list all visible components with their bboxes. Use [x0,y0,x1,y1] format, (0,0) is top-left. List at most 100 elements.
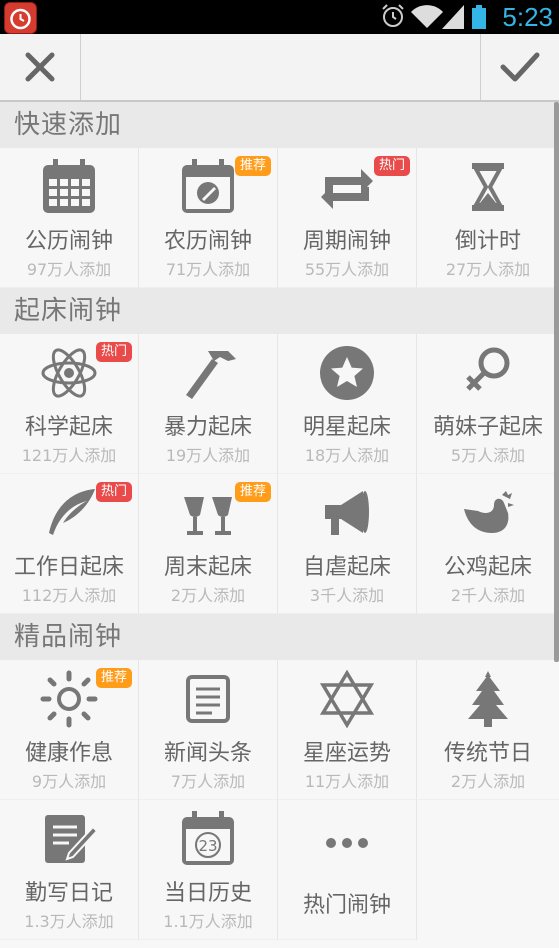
tile-count: 2千人添加 [450,586,526,605]
section-header-quick-add: 快速添加 [0,102,559,148]
confirm-button[interactable] [480,34,559,100]
action-bar [0,34,559,102]
tile-count: 121万人添加 [21,446,117,465]
section-grid-wake-up: 热门 科学起床 121万人添加 暴力起床 19万人添加 明星起床 18万人添加 … [0,334,559,614]
tile-name: 暴力起床 [163,415,252,440]
calendar-grid-icon [38,156,100,218]
repeat-icon [316,156,378,218]
tile-count: 112万人添加 [21,586,117,605]
status-time: 5:23 [502,2,553,32]
tile-workday-wake[interactable]: 热门 工作日起床 112万人添加 [0,474,139,614]
calendar-day-text: 23 [198,837,217,855]
tile-count: 97万人添加 [26,260,112,279]
tile-periodic-alarm[interactable]: 热门 周期闹钟 55万人添加 [278,148,417,288]
wine-glasses-icon [177,482,239,544]
calendar-23-icon: 23 [177,808,239,870]
tile-rooster-wake[interactable]: 公鸡起床 2千人添加 [417,474,559,614]
tile-name: 农历闹钟 [163,229,252,254]
alarm-app-icon [4,2,37,34]
tile-cute-girl-wake[interactable]: 萌妹子起床 5万人添加 [417,334,559,474]
megaphone-icon [316,482,378,544]
tile-name: 当日历史 [163,881,252,906]
tile-name: 倒计时 [454,229,521,254]
tile-self-torture-wake[interactable]: 自虐起床 3千人添加 [278,474,417,614]
tile-lunar-alarm[interactable]: 推荐 农历闹钟 71万人添加 [139,148,278,288]
tile-name: 新闻头条 [163,741,252,766]
badge-hot: 热门 [95,482,132,502]
atom-icon [38,342,100,404]
hourglass-icon [457,156,519,218]
signal-icon [442,5,464,29]
tile-horoscope[interactable]: 星座运势 11万人添加 [278,660,417,800]
tile-count: 5万人添加 [450,446,526,465]
news-icon [177,668,239,730]
tile-name: 明星起床 [302,415,391,440]
tile-name: 工作日起床 [13,555,124,580]
lunar-calendar-icon [177,156,239,218]
close-icon [25,52,55,82]
badge-recommended: 推荐 [95,668,132,688]
tile-name: 健康作息 [24,741,113,766]
tile-count: 27万人添加 [445,260,531,279]
feather-icon [38,482,100,544]
tile-count: 71万人添加 [165,260,251,279]
section-header-premium: 精品闹钟 [0,614,559,660]
battery-icon [472,5,486,29]
tile-violent-wake[interactable]: 暴力起床 19万人添加 [139,334,278,474]
tile-diary[interactable]: 勤写日记 1.3万人添加 [0,800,139,940]
tile-count: 7万人添加 [170,772,246,791]
tile-countdown[interactable]: 倒计时 27万人添加 [417,148,559,288]
tile-weekend-wake[interactable]: 推荐 周末起床 2万人添加 [139,474,278,614]
section-header-wake-up: 起床闹钟 [0,288,559,334]
tile-news-headlines[interactable]: 新闻头条 7万人添加 [139,660,278,800]
tile-count: 2万人添加 [170,586,246,605]
tile-science-wake[interactable]: 热门 科学起床 121万人添加 [0,334,139,474]
tile-celebrity-wake[interactable]: 明星起床 18万人添加 [278,334,417,474]
tile-today-in-history[interactable]: 23 当日历史 1.1万人添加 [139,800,278,940]
tile-name: 公鸡起床 [443,555,532,580]
female-symbol-icon [457,342,519,404]
tile-count: 1.3万人添加 [24,912,114,931]
tile-count: 1.1万人添加 [163,912,253,931]
tile-name: 科学起床 [24,415,113,440]
checkmark-icon [500,52,540,82]
section-grid-premium: 推荐 健康作息 9万人添加 新闻头条 7万人添加 星座运势 11万人添加 传统节… [0,660,559,940]
tile-popular-alarms[interactable]: 热门闹钟 [278,800,417,940]
tile-gregorian-alarm[interactable]: 公历闹钟 97万人添加 [0,148,139,288]
tile-name: 周末起床 [163,555,252,580]
christmas-tree-icon [457,668,519,730]
hexagram-icon [316,668,378,730]
star-circle-icon [316,342,378,404]
scrollbar[interactable] [554,102,559,662]
status-bar: 5:23 [0,0,559,34]
hammer-icon [177,342,239,404]
tile-count: 2万人添加 [450,772,526,791]
badge-recommended: 推荐 [234,156,271,176]
badge-hot: 热门 [373,156,410,176]
diary-icon [38,808,100,870]
tile-healthy-routine[interactable]: 推荐 健康作息 9万人添加 [0,660,139,800]
close-button[interactable] [0,34,81,100]
tile-count: 9万人添加 [31,772,107,791]
alarm-clock-icon [382,4,404,27]
tile-count: 19万人添加 [165,446,251,465]
tile-name: 自虐起床 [302,555,391,580]
tile-name: 星座运势 [302,741,391,766]
wifi-icon [411,5,443,28]
tile-count: 55万人添加 [304,260,390,279]
more-dots-icon [316,808,378,870]
tile-name: 萌妹子起床 [432,415,543,440]
tile-name: 公历闹钟 [24,229,113,254]
alarm-template-list: 快速添加 公历闹钟 97万人添加 推荐 农历闹钟 71万人添加 热门 周期闹钟 … [0,102,559,948]
tile-traditional-festival[interactable]: 传统节日 2万人添加 [417,660,559,800]
sun-icon [38,668,100,730]
tile-count: 3千人添加 [309,586,385,605]
tile-name: 勤写日记 [24,881,113,906]
tile-name: 传统节日 [443,741,532,766]
tile-count: 18万人添加 [304,446,390,465]
rooster-icon [457,482,519,544]
badge-hot: 热门 [95,342,132,362]
tile-name: 热门闹钟 [302,893,391,918]
tile-name: 周期闹钟 [302,229,391,254]
section-grid-quick-add: 公历闹钟 97万人添加 推荐 农历闹钟 71万人添加 热门 周期闹钟 55万人添… [0,148,559,288]
